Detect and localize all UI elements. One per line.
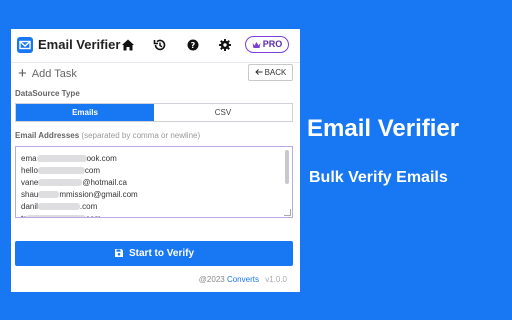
home-icon[interactable] bbox=[120, 37, 136, 53]
promo-subtitle: Bulk Verify Emails bbox=[309, 169, 448, 186]
email-input[interactable]: ema ook.com hello com vane @hotmail.ca shau… bbox=[15, 146, 293, 218]
svg-text:?: ? bbox=[191, 41, 196, 50]
footer: @2023 Converts v1.0.0 bbox=[199, 275, 287, 284]
email-addresses-hint: (separated by comma or newline) bbox=[81, 131, 201, 140]
save-icon bbox=[114, 249, 123, 257]
start-verify-label: Start to Verify bbox=[128, 248, 195, 259]
list-item: trcom bbox=[21, 213, 138, 217]
promo-title: Email Verifier bbox=[307, 115, 460, 142]
copyright: @2023 bbox=[198, 275, 225, 284]
app-title: Email Verifier bbox=[38, 37, 121, 52]
add-task-button[interactable]: + Add Task bbox=[18, 65, 77, 82]
gear-icon[interactable] bbox=[217, 37, 233, 53]
pro-button[interactable]: PRO bbox=[245, 36, 289, 53]
email-lines: ema ook.com hello com vane @hotmail.ca shau… bbox=[21, 153, 138, 217]
scrollbar[interactable] bbox=[285, 150, 289, 184]
arrow-left-icon bbox=[254, 69, 263, 75]
tab-emails[interactable]: Emails bbox=[16, 104, 154, 121]
list-item: ema ook.com bbox=[21, 154, 117, 163]
list-item: shau mmission@gmail.com bbox=[21, 190, 138, 199]
back-button[interactable]: BACK bbox=[248, 64, 293, 81]
list-item: hello com bbox=[21, 166, 101, 175]
help-icon[interactable]: ? bbox=[185, 37, 201, 53]
crown-icon bbox=[252, 42, 261, 48]
version: v1.0.0 bbox=[265, 275, 287, 284]
extension-popup: Email Verifier ? PRO + Add Task BACK Dat… bbox=[11, 29, 300, 292]
list-item: vane @hotmail.ca bbox=[21, 178, 127, 187]
datasource-label: DataSource Type bbox=[15, 89, 80, 98]
back-label: BACK bbox=[264, 68, 287, 77]
email-addresses-title: Email Addresses bbox=[15, 131, 80, 140]
add-task-label: Add Task bbox=[31, 68, 77, 80]
header: Email Verifier ? PRO bbox=[11, 29, 300, 63]
mail-logo-icon bbox=[17, 37, 33, 53]
resize-handle[interactable] bbox=[284, 209, 291, 216]
brand-link[interactable]: Converts bbox=[227, 275, 259, 284]
plus-icon: + bbox=[18, 65, 27, 82]
datasource-toggle: Emails CSV bbox=[15, 103, 293, 122]
list-item: danil .com bbox=[21, 202, 98, 211]
tab-csv[interactable]: CSV bbox=[154, 104, 292, 121]
pro-label: PRO bbox=[262, 39, 283, 49]
start-verify-button[interactable]: Start to Verify bbox=[15, 241, 293, 266]
history-icon[interactable] bbox=[152, 37, 168, 53]
email-addresses-label: Email Addresses (separated by comma or n… bbox=[15, 131, 200, 140]
